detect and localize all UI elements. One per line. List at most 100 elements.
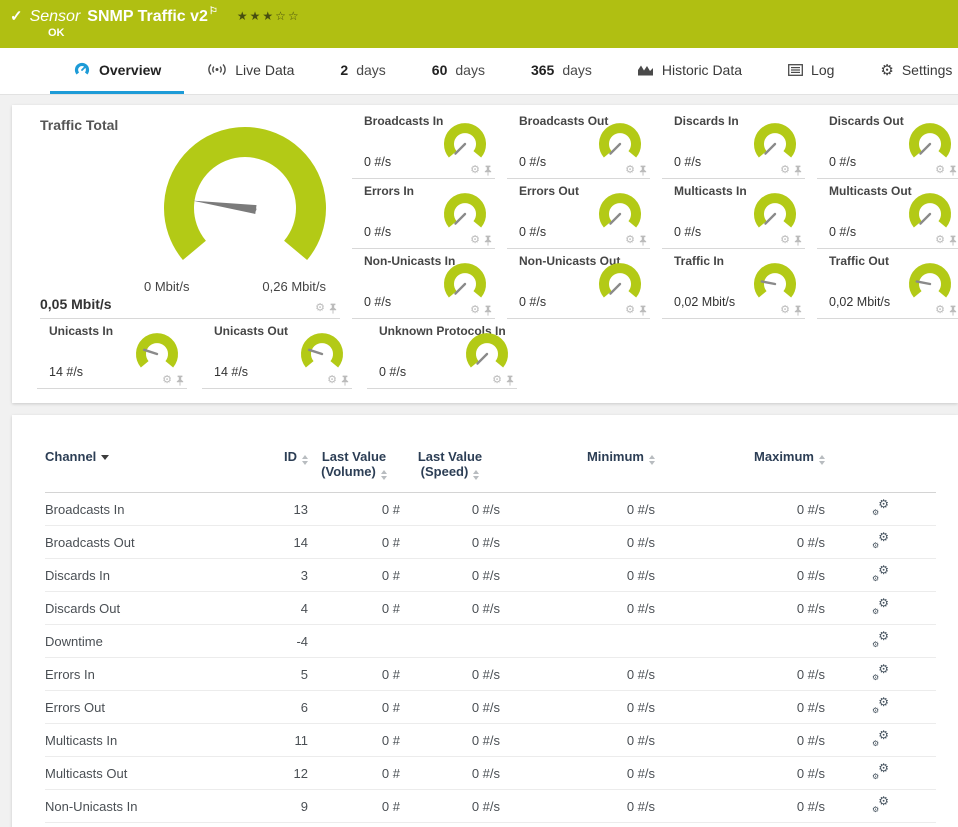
gauge-needle <box>610 214 620 224</box>
gauge-pin-icon[interactable] <box>793 165 803 176</box>
gauge-pin-icon[interactable] <box>505 375 515 386</box>
gauge-pin-icon[interactable] <box>483 305 493 316</box>
table-row[interactable]: Broadcasts In 13 0 # 0 #/s 0 #/s 0 #/s ⚙… <box>45 493 936 526</box>
gauge-pin-icon[interactable] <box>948 235 958 246</box>
gauge-settings-gear-icon[interactable]: ⚙ <box>470 165 480 176</box>
gauge-pin-icon[interactable] <box>793 305 803 316</box>
gauge-needle <box>610 284 620 294</box>
gauge-cell[interactable]: Broadcasts In 0 #/s ⚙ <box>352 109 495 179</box>
gauge-cell[interactable]: Broadcasts Out 0 #/s ⚙ <box>507 109 650 179</box>
gauge-pin-icon[interactable] <box>638 235 648 246</box>
gauge-pin-icon[interactable] <box>793 235 803 246</box>
column-header-id[interactable]: ID <box>240 445 308 493</box>
table-row[interactable]: Discards Out 4 0 # 0 #/s 0 #/s 0 #/s ⚙⚙ <box>45 592 936 625</box>
tab-365-days[interactable]: 365 days <box>508 48 615 94</box>
gauge-cell[interactable]: Traffic Out 0,02 Mbit/s ⚙ <box>817 249 958 319</box>
tab-2-days[interactable]: 2 days <box>317 48 408 94</box>
gauge-settings-gear-icon[interactable]: ⚙ <box>935 165 945 176</box>
table-row[interactable]: Downtime -4 ⚙⚙ <box>45 625 936 658</box>
gauge-pin-icon[interactable] <box>175 375 185 386</box>
gauge-cell[interactable]: Traffic In 0,02 Mbit/s ⚙ <box>662 249 805 319</box>
gauge-settings-gear-icon[interactable]: ⚙ <box>625 235 635 246</box>
gauge-settings-gear-icon[interactable]: ⚙ <box>315 303 325 314</box>
table-row[interactable]: Broadcasts Out 14 0 # 0 #/s 0 #/s 0 #/s … <box>45 526 936 559</box>
table-row[interactable]: Errors Out 6 0 # 0 #/s 0 #/s 0 #/s ⚙⚙ <box>45 691 936 724</box>
gauge-settings-gear-icon[interactable]: ⚙ <box>162 375 172 386</box>
gauge-pin-icon[interactable] <box>638 305 648 316</box>
cell-channel: Errors Out <box>45 691 240 724</box>
cell-settings: ⚙⚙ <box>825 526 936 559</box>
column-header-settings <box>825 445 936 493</box>
traffic-total-gauge-cell[interactable]: Traffic Total 0 Mbit/s 0,26 Mbit/s 0,05 … <box>40 109 340 319</box>
column-header-last-value-volume[interactable]: Last Value (Volume) <box>308 445 400 493</box>
tab-settings[interactable]: ⚙ Settings <box>857 48 958 94</box>
gauge-settings-gear-icon[interactable]: ⚙ <box>780 235 790 246</box>
table-row[interactable]: Non-Unicasts In 9 0 # 0 #/s 0 #/s 0 #/s … <box>45 790 936 823</box>
cell-id: 5 <box>240 658 308 691</box>
channel-settings-icon[interactable]: ⚙⚙ <box>872 665 889 680</box>
gauge-pin-icon[interactable] <box>948 165 958 176</box>
column-header-maximum[interactable]: Maximum <box>655 445 825 493</box>
gauge-dial <box>747 261 803 311</box>
gauge-settings-gear-icon[interactable]: ⚙ <box>470 305 480 316</box>
column-header-minimum[interactable]: Minimum <box>500 445 655 493</box>
gauge-pin-icon[interactable] <box>948 305 958 316</box>
cell-id: 6 <box>240 691 308 724</box>
tab-live-data[interactable]: Live Data <box>184 48 317 94</box>
tab-historic-data[interactable]: Historic Data <box>615 48 765 94</box>
channel-settings-icon[interactable]: ⚙⚙ <box>872 533 889 548</box>
channel-settings-icon[interactable]: ⚙⚙ <box>872 500 889 515</box>
column-header-last-value-speed[interactable]: Last Value (Speed) <box>400 445 500 493</box>
gauge-settings-gear-icon[interactable]: ⚙ <box>492 375 502 386</box>
gauge-cell[interactable]: Multicasts In 0 #/s ⚙ <box>662 179 805 249</box>
gauge-settings-gear-icon[interactable]: ⚙ <box>780 305 790 316</box>
gauge-cell[interactable]: Unicasts Out 14 #/s ⚙ <box>202 319 352 389</box>
gauge-pin-icon[interactable] <box>483 165 493 176</box>
gauge-value: 0,02 Mbit/s <box>674 295 735 309</box>
gauge-settings-gear-icon[interactable]: ⚙ <box>625 165 635 176</box>
gauge-cell[interactable]: Discards Out 0 #/s ⚙ <box>817 109 958 179</box>
table-row[interactable]: Discards In 3 0 # 0 #/s 0 #/s 0 #/s ⚙⚙ <box>45 559 936 592</box>
channel-settings-icon[interactable]: ⚙⚙ <box>872 698 889 713</box>
column-header-channel[interactable]: Channel <box>45 445 240 493</box>
channel-settings-icon[interactable]: ⚙⚙ <box>872 599 889 614</box>
cell-channel: Broadcasts Out <box>45 526 240 559</box>
gauge-cell[interactable]: Unknown Protocols In 0 #/s ⚙ <box>367 319 517 389</box>
channel-settings-icon[interactable]: ⚙⚙ <box>872 566 889 581</box>
priority-stars[interactable]: ★★★☆☆ <box>237 9 301 23</box>
table-row[interactable]: Errors In 5 0 # 0 #/s 0 #/s 0 #/s ⚙⚙ <box>45 658 936 691</box>
channel-settings-icon[interactable]: ⚙⚙ <box>872 632 889 647</box>
gauge-title: Discards Out <box>829 114 904 128</box>
flag-icon[interactable]: ⚐ <box>209 6 218 17</box>
gauge-cell[interactable]: Discards In 0 #/s ⚙ <box>662 109 805 179</box>
gauge-pin-icon[interactable] <box>328 303 338 314</box>
tab-60-days[interactable]: 60 days <box>409 48 508 94</box>
gauge-pin-icon[interactable] <box>340 375 350 386</box>
gauge-cell[interactable]: Unicasts In 14 #/s ⚙ <box>37 319 187 389</box>
gauge-pin-icon[interactable] <box>483 235 493 246</box>
cell-settings: ⚙⚙ <box>825 559 936 592</box>
gauge-settings-gear-icon[interactable]: ⚙ <box>327 375 337 386</box>
gauge-settings-gear-icon[interactable]: ⚙ <box>935 235 945 246</box>
cell-max <box>655 625 825 658</box>
gauge-settings-gear-icon[interactable]: ⚙ <box>470 235 480 246</box>
table-row[interactable]: Multicasts Out 12 0 # 0 #/s 0 #/s 0 #/s … <box>45 757 936 790</box>
tab-log[interactable]: Log <box>765 48 857 94</box>
channel-settings-icon[interactable]: ⚙⚙ <box>872 764 889 779</box>
gauge-cell[interactable]: Multicasts Out 0 #/s ⚙ <box>817 179 958 249</box>
table-row[interactable]: Multicasts In 11 0 # 0 #/s 0 #/s 0 #/s ⚙… <box>45 724 936 757</box>
tab-number: 60 <box>432 62 448 78</box>
channel-settings-icon[interactable]: ⚙⚙ <box>872 797 889 812</box>
sensor-header: ✓ Sensor SNMP Traffic v2⚐ ★★★☆☆ OK <box>0 0 958 48</box>
gauge-cell[interactable]: Errors Out 0 #/s ⚙ <box>507 179 650 249</box>
gauge-cell[interactable]: Non-Unicasts Out 0 #/s ⚙ <box>507 249 650 319</box>
tab-overview[interactable]: Overview <box>50 48 184 94</box>
gauge-cell[interactable]: Errors In 0 #/s ⚙ <box>352 179 495 249</box>
gauge-settings-gear-icon[interactable]: ⚙ <box>625 305 635 316</box>
gauge-settings-gear-icon[interactable]: ⚙ <box>780 165 790 176</box>
gauge-pin-icon[interactable] <box>638 165 648 176</box>
cell-min: 0 #/s <box>500 592 655 625</box>
gauge-settings-gear-icon[interactable]: ⚙ <box>935 305 945 316</box>
channel-settings-icon[interactable]: ⚙⚙ <box>872 731 889 746</box>
gauge-cell[interactable]: Non-Unicasts In 0 #/s ⚙ <box>352 249 495 319</box>
